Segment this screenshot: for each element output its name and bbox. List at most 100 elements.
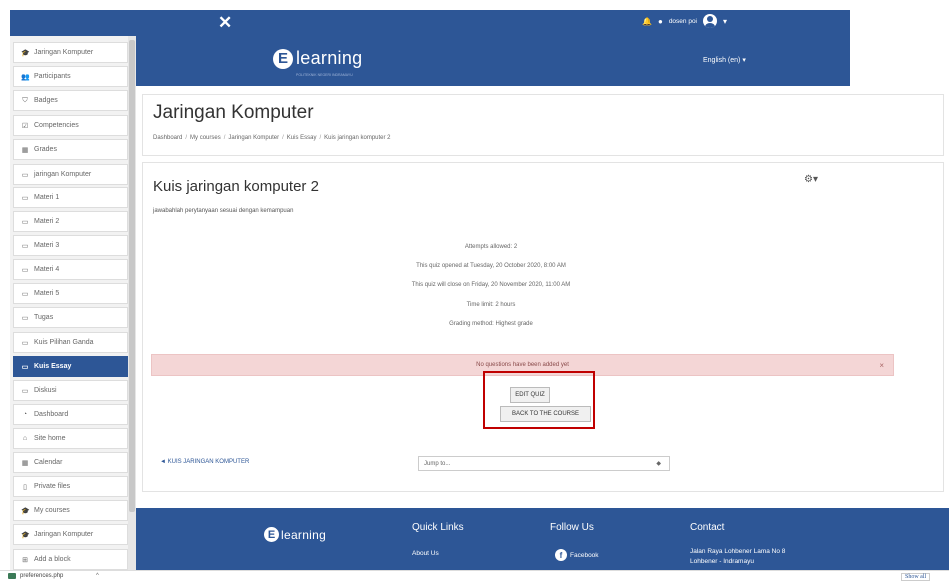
sidebar-item-participants[interactable]: 👥 Participants [13, 66, 128, 87]
follow-us-heading: Follow Us [550, 522, 594, 533]
download-bar: preferences.php ^ Show all [0, 570, 949, 583]
breadcrumb: Dashboard / My courses / Jaringan Komputer / K… [153, 135, 391, 141]
chat-icon[interactable]: ● [658, 17, 663, 26]
breadcrumb-link[interactable]: Dashboard [153, 135, 182, 141]
edit-quiz-button[interactable]: EDIT QUIZ [510, 387, 550, 403]
time-limit: Time limit: 2 hours [466, 302, 516, 308]
header-banner: E learning POLITEKNIK NEGERI INDRAMAYU E… [136, 36, 850, 86]
download-options-caret-icon[interactable]: ^ [96, 573, 99, 579]
sidebar-item-label: Materi 3 [34, 242, 60, 249]
gear-icon: ⚙ [804, 174, 813, 185]
sidebar-item-label: Dashboard [34, 411, 69, 418]
alert-message: No questions have been added yet [476, 362, 569, 368]
sidebar-item-label: jaringan Komputer [34, 171, 92, 178]
sidebar-item-icon: ⛉ [22, 96, 28, 104]
file-icon [8, 573, 16, 579]
sidebar-item-icon: ▯ [23, 483, 27, 491]
sidebar-item-add-a-block[interactable]: ⊞ Add a block [13, 549, 128, 570]
top-navbar: ✕ 🔔 ● dosen poi ▾ [0, 0, 949, 36]
sidebar-item-label: Materi 2 [34, 218, 60, 225]
sidebar-item-private-files[interactable]: ▯ Private files [13, 476, 128, 497]
main-region: E learning POLITEKNIK NEGERI INDRAMAYU E… [136, 36, 949, 570]
breadcrumb-link[interactable]: Kuis jaringan komputer 2 [324, 135, 390, 141]
breadcrumb-link[interactable]: Jaringan Komputer [228, 135, 279, 141]
sidebar-item-icon: ▭ [21, 290, 29, 298]
sidebar-item-my-courses[interactable]: 🎓 My courses [13, 500, 128, 521]
quiz-close-date: This quiz will close on Friday, 20 Novem… [411, 282, 571, 288]
sidebar-item-icon: ⊞ [22, 556, 28, 564]
facebook-icon[interactable]: f [555, 549, 567, 561]
sidebar-item-icon: ▭ [21, 242, 29, 250]
breadcrumb-link[interactable]: My courses [190, 135, 221, 141]
quiz-actions-menu[interactable]: ⚙▾ [804, 174, 818, 185]
sidebar-item-materi-5[interactable]: ▭ Materi 5 [13, 283, 128, 304]
show-all-button[interactable]: Show all [901, 573, 931, 581]
contact-heading: Contact [690, 522, 725, 533]
sidebar-item-icon: ⌂ [22, 435, 28, 442]
sidebar-item-icon: 🎓 [21, 49, 30, 57]
sidebar-item-jaringan-komputer[interactable]: ▭ jaringan Komputer [13, 164, 128, 185]
sidebar-scroll-thumb[interactable] [129, 40, 135, 512]
jump-to-select[interactable]: Jump to... ◆ [418, 456, 670, 471]
select-caret-icon: ◆ [656, 461, 661, 467]
sidebar-item-calendar[interactable]: ▦ Calendar [13, 452, 128, 473]
sidebar-item-icon: ☑ [21, 122, 29, 130]
back-to-course-button[interactable]: BACK TO THE COURSE [500, 406, 591, 422]
sidebar-item-jaringan-komputer[interactable]: 🎓 Jaringan Komputer [13, 42, 128, 63]
previous-activity-link[interactable]: ◄ KUIS JARINGAN KOMPUTER [160, 459, 249, 465]
sidebar-item-label: Materi 5 [34, 290, 60, 297]
language-menu[interactable]: English (en) ▾ [703, 56, 746, 64]
jump-to-value: Jump to... [424, 460, 451, 467]
sidebar-item-label: Private files [34, 483, 71, 490]
sidebar-item-icon: ▭ [21, 339, 29, 347]
grading-method: Grading method: Highest grade [449, 321, 533, 327]
sidebar-item-label: Add a block [34, 556, 71, 563]
bell-icon[interactable]: 🔔 [642, 17, 652, 26]
download-item[interactable]: preferences.php [8, 573, 63, 579]
sidebar-item-icon: 🎓 [21, 507, 30, 515]
alert-close-icon[interactable]: × [879, 361, 884, 370]
sidebar-item-icon: ▭ [21, 194, 29, 202]
sidebar-item-icon: ▦ [21, 146, 29, 154]
sidebar-scrollbar[interactable] [128, 36, 136, 570]
user-menu-area: 🔔 ● dosen poi ▾ [642, 14, 727, 28]
sidebar-item-materi-1[interactable]: ▭ Materi 1 [13, 187, 128, 208]
sidebar-item-icon: ◔ [22, 411, 28, 418]
contact-address-line2: Lohbener - Indramayu [690, 558, 754, 565]
sidebar-item-dashboard[interactable]: ◔ Dashboard [13, 404, 128, 425]
about-us-link[interactable]: About Us [412, 550, 439, 557]
sidebar-item-grades[interactable]: ▦ Grades [13, 139, 128, 160]
sidebar-item-label: Site home [34, 435, 66, 442]
sidebar-item-icon: ▭ [21, 387, 29, 395]
sidebar-item-materi-2[interactable]: ▭ Materi 2 [13, 211, 128, 232]
sidebar-item-competencies[interactable]: ☑ Competencies [13, 115, 128, 136]
sidebar-item-label: Kuis Essay [34, 363, 72, 370]
sidebar-item-materi-4[interactable]: ▭ Materi 4 [13, 259, 128, 280]
breadcrumb-separator: / [319, 135, 322, 141]
elearning-logo[interactable]: E learning [273, 48, 362, 69]
site-footer: E learning Quick Links About Us Follow U… [136, 508, 949, 570]
sidebar-item-materi-3[interactable]: ▭ Materi 3 [13, 235, 128, 256]
quiz-title: Kuis jaringan komputer 2 [153, 178, 319, 195]
quiz-description: jawabahlah perytanyaan sesuai dengan kem… [153, 208, 294, 214]
sidebar-item-icon: ▭ [21, 266, 29, 274]
sidebar-item-kuis-essay[interactable]: ▭ Kuis Essay [13, 356, 128, 377]
footer-logo[interactable]: E learning [264, 527, 326, 542]
sidebar-item-site-home[interactable]: ⌂ Site home [13, 428, 128, 449]
sidebar-item-label: Participants [34, 73, 71, 80]
navbar-background: ✕ 🔔 ● dosen poi ▾ [10, 10, 850, 36]
sidebar-item-badges[interactable]: ⛉ Badges [13, 90, 128, 111]
username[interactable]: dosen poi [669, 18, 697, 25]
facebook-link[interactable]: Facebook [570, 552, 599, 559]
sidebar-item-jaringan-komputer[interactable]: 🎓 Jaringan Komputer [13, 524, 128, 545]
avatar[interactable] [703, 14, 718, 28]
user-menu-caret-icon[interactable]: ▾ [723, 17, 727, 26]
sidebar-item-tugas[interactable]: ▭ Tugas [13, 307, 128, 328]
sidebar-item-kuis-pilihan-ganda[interactable]: ▭ Kuis Pilihan Ganda [13, 332, 128, 353]
sidebar-item-label: Calendar [34, 459, 63, 466]
language-caret-icon: ▾ [742, 57, 746, 64]
close-drawer-icon[interactable]: ✕ [218, 13, 232, 33]
sidebar-item-diskusi[interactable]: ▭ Diskusi [13, 380, 128, 401]
attempts-allowed: Attempts allowed: 2 [464, 244, 518, 250]
breadcrumb-link[interactable]: Kuis Essay [287, 135, 317, 141]
